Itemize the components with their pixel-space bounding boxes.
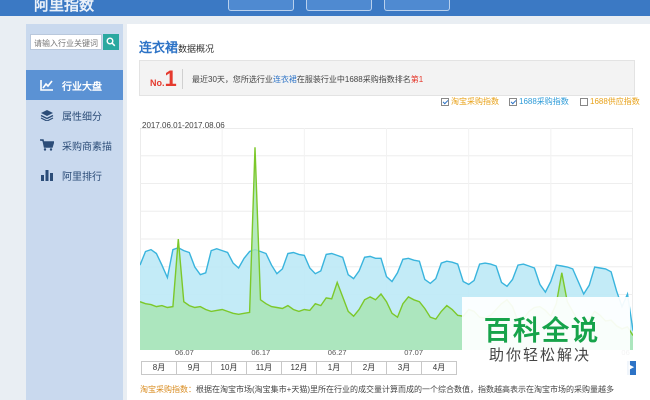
page-title-suffix: 数据概况 [178,44,215,54]
month-selector: 8月 9月 10月 11月 12月 1月 2月 3月 4月 [141,361,457,375]
legend-checkbox[interactable] [509,97,517,106]
category-name: 连衣裙 [139,40,179,55]
top-tab-2[interactable] [306,0,372,11]
rank-text-category[interactable]: 连衣裙 [273,75,297,84]
legend-label: 1688供应指数 [590,97,640,106]
month-button[interactable]: 9月 [176,361,212,375]
x-tick-label: 06.17 [251,348,271,357]
month-button[interactable]: 12月 [281,361,317,375]
rank-description: 最近30天，您所选行业连衣裙在服装行业中1688采购指数排名第1 [192,74,423,85]
sidebar: 请输入行业关键词 行业大盘 属性细分 采购商素描 阿里排行 [26,24,123,400]
month-button[interactable]: 8月 [141,361,177,375]
rank-text-before: 最近30天，您所选行业 [192,75,273,84]
chart-icon [40,80,53,91]
legend-taobao-purchase[interactable]: 淘宝采购指数 [441,96,499,107]
x-tick-label: 06.07 [174,348,194,357]
index-description: 淘宝采购指数：根据在淘宝市场(淘宝集市+天猫)里所在行业的成交量计算而成的一个综… [140,384,635,395]
watermark: 百科全说 助你轻松解决 [462,297,630,375]
rank-summary-box: No.1 最近30天，您所选行业连衣裙在服装行业中1688采购指数排名第1 [139,60,635,96]
sidebar-item-label: 阿里排行 [62,171,102,183]
month-button[interactable]: 11月 [246,361,282,375]
top-tab-3[interactable] [384,0,450,11]
page-title: 连衣裙数据概况 [139,37,214,56]
watermark-title: 百科全说 [484,316,600,347]
x-tick-label: 07.07 [404,348,423,357]
legend-checkbox[interactable] [441,97,449,106]
legend-label: 1688采购指数 [519,97,569,106]
sidebar-item-ranking[interactable]: 阿里排行 [26,160,123,190]
legend-checkbox[interactable] [580,97,588,106]
legend-1688-purchase[interactable]: 1688采购指数 [509,96,569,107]
legend-1688-supply[interactable]: 1688供应指数 [580,96,640,107]
bar-chart-icon [41,170,53,181]
watermark-subtitle: 助你轻松解决 [489,346,592,364]
search-button[interactable] [103,34,119,50]
sidebar-menu: 行业大盘 属性细分 采购商素描 阿里排行 [26,70,123,190]
month-button[interactable]: 3月 [386,361,422,375]
rank-text-middle: 在服装行业中1688采购指数排名 [296,75,411,84]
cart-icon [40,139,54,151]
app-logo[interactable]: 阿里指数 [34,0,94,15]
rank-number: 1 [164,66,177,91]
rank-divider [182,69,183,89]
month-button[interactable]: 1月 [316,361,352,375]
description-key: 淘宝采购指数： [140,385,196,394]
rank-prefix: No. [150,78,165,88]
month-button[interactable]: 10月 [211,361,247,375]
x-tick-label: 06.27 [327,348,347,357]
rank-number-badge: No.1 [150,66,177,92]
month-button[interactable]: 4月 [421,361,457,375]
search-icon [106,37,116,47]
sidebar-item-label: 行业大盘 [62,81,102,93]
top-tab-1[interactable] [228,0,294,11]
sidebar-item-buyer-profile[interactable]: 采购商素描 [26,130,123,160]
legend-label: 淘宝采购指数 [451,97,499,106]
sidebar-item-industry-overview[interactable]: 行业大盘 [26,70,123,100]
layers-icon [40,110,54,121]
sidebar-item-label: 采购商素描 [62,141,112,153]
description-text: 根据在淘宝市场(淘宝集市+天猫)里所在行业的成交量计算而成的一个综合数值，指数越… [196,385,614,394]
month-button[interactable]: 2月 [351,361,387,375]
top-bar: 阿里指数 [0,0,650,16]
sidebar-item-label: 属性细分 [62,111,102,123]
rank-text-rank: 第1 [410,75,424,84]
industry-search-input[interactable]: 请输入行业关键词 [30,34,102,50]
sidebar-item-attribute-breakdown[interactable]: 属性细分 [26,100,123,130]
